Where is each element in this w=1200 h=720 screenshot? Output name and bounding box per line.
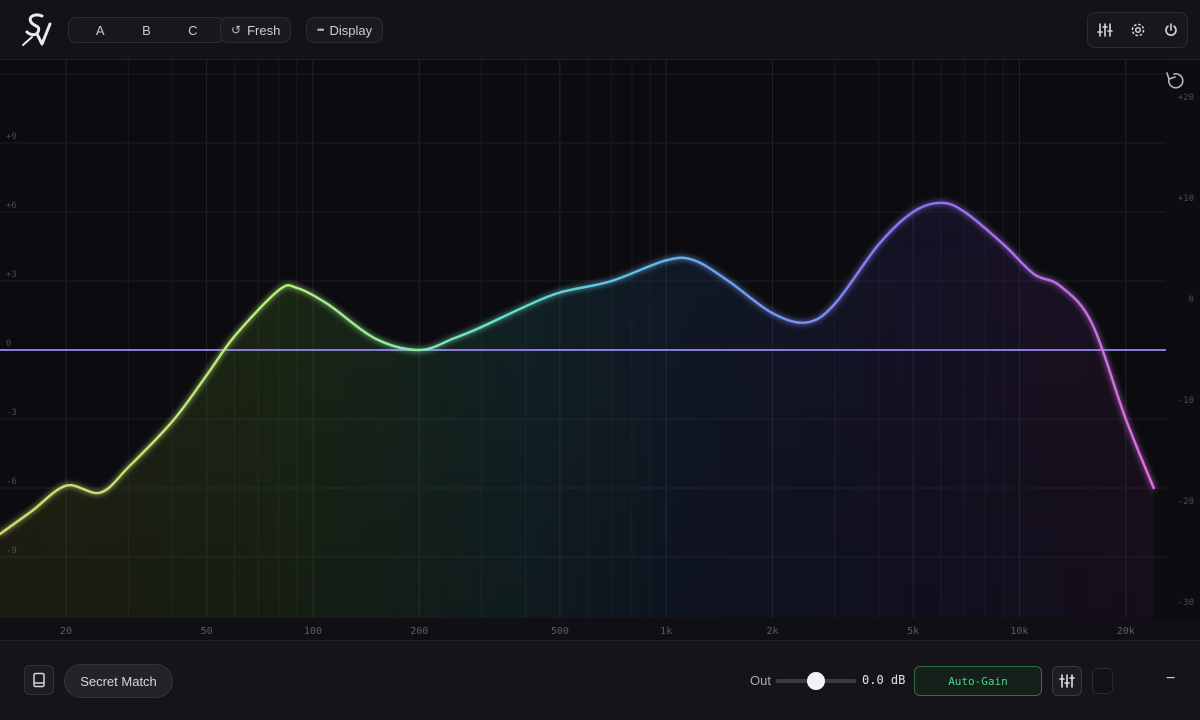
secret-match-button[interactable]: Secret Match (64, 664, 173, 698)
sliders-icon (1059, 674, 1075, 688)
left-db-label: -9 (6, 546, 17, 556)
preset-slot-selector: A B C (68, 17, 225, 43)
header-tools (1087, 12, 1188, 48)
left-db-label: +3 (6, 270, 17, 280)
freq-label: 500 (551, 626, 569, 637)
freq-label: 20 (60, 626, 72, 637)
left-db-label: +6 (6, 201, 17, 211)
output-gain-knob[interactable] (807, 672, 825, 690)
extra-toggle-button[interactable] (1092, 668, 1113, 694)
freq-label: 5k (907, 626, 919, 637)
output-gain-slider[interactable] (776, 672, 856, 690)
right-db-label: +10 (1178, 194, 1194, 204)
right-db-label: +20 (1178, 93, 1194, 103)
slot-c-button[interactable]: C (178, 23, 208, 38)
right-db-label: -10 (1178, 396, 1194, 406)
auto-gain-button[interactable]: Auto-Gain (914, 666, 1042, 696)
power-icon[interactable] (1161, 20, 1181, 40)
freq-label: 200 (410, 626, 428, 637)
freq-label: 2k (767, 626, 779, 637)
freq-label: 20k (1117, 626, 1135, 637)
display-button[interactable]: ••• Display (306, 17, 384, 43)
left-db-label: 0 (6, 339, 11, 349)
freq-label: 1k (660, 626, 672, 637)
left-db-label: -6 (6, 477, 17, 487)
freq-label: 100 (304, 626, 322, 637)
fresh-button[interactable]: ↺ Fresh (220, 17, 292, 43)
right-scale-panel (1166, 60, 1200, 618)
out-label: Out (750, 673, 771, 688)
eq-curve-fill (0, 202, 1154, 619)
right-db-label: 0 (1189, 295, 1194, 305)
logo (20, 10, 54, 48)
gear-icon[interactable] (1128, 20, 1148, 40)
right-db-label: -30 (1178, 598, 1194, 608)
slot-a-button[interactable]: A (85, 23, 115, 38)
left-db-label: -3 (6, 408, 17, 418)
freq-label: 10k (1010, 626, 1028, 637)
sliders-icon[interactable] (1095, 20, 1115, 40)
book-icon (33, 672, 45, 688)
fresh-label: Fresh (247, 22, 281, 38)
display-label: Display (329, 22, 373, 38)
right-db-label: -20 (1178, 497, 1194, 507)
left-db-label: +9 (6, 132, 17, 142)
mixer-button[interactable] (1052, 666, 1082, 696)
refresh-icon: ↺ (231, 23, 242, 37)
more-icon: ••• (317, 25, 325, 35)
slot-b-button[interactable]: B (131, 23, 161, 38)
collapse-button[interactable]: − (1166, 670, 1175, 688)
freq-label: 50 (201, 626, 213, 637)
library-button[interactable] (24, 665, 54, 695)
eq-graph[interactable]: +9 +6 +3 0 -3 -6 -9 +20 +10 0 -10 -20 -30 20 50 100 200 5… (0, 60, 1200, 640)
output-gain-value: 0.0 dB (862, 673, 906, 687)
